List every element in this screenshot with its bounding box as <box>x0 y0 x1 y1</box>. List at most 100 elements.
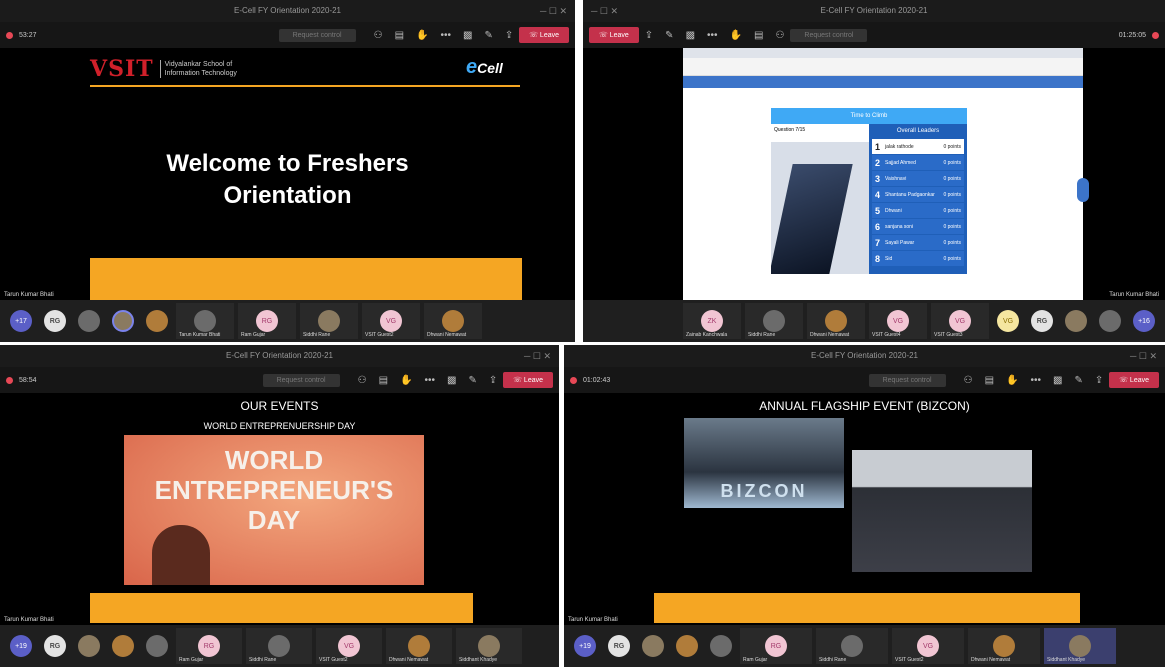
record-icon <box>6 31 13 39</box>
mic-off-icon[interactable]: ✎ <box>484 30 492 41</box>
participant-avatar[interactable] <box>112 635 134 657</box>
participant-avatar <box>478 635 500 657</box>
chat-icon[interactable]: ▤ <box>395 30 404 41</box>
leader-points: 0 points <box>943 239 961 246</box>
leave-button[interactable]: ☏ Leave <box>1109 372 1159 388</box>
participant-avatar[interactable] <box>78 310 100 332</box>
meeting-timer: 58:54 <box>19 376 37 384</box>
participant-avatar[interactable] <box>1099 310 1121 332</box>
chat-icon[interactable]: ▤ <box>754 30 763 41</box>
participant-tile[interactable]: ZK Zainab Kanchwala <box>683 303 741 339</box>
participant-tile[interactable]: VG VSIT Guest2 <box>316 628 382 664</box>
participant-tile[interactable]: RG Ram Gujar <box>176 628 242 664</box>
participants-icon[interactable]: ⚇ <box>358 375 367 386</box>
mic-off-icon[interactable]: ✎ <box>468 375 476 386</box>
chat-icon[interactable]: ▤ <box>985 375 994 386</box>
share-icon[interactable]: ⇪ <box>489 375 497 386</box>
participant-avatar[interactable]: RG <box>608 635 630 657</box>
more-icon[interactable]: ••• <box>440 30 451 41</box>
window-controls[interactable]: ─ ☐ ✕ <box>540 0 567 22</box>
next-arrow[interactable] <box>1077 178 1089 202</box>
leaderboard-row: 5 Dhwani 0 points <box>872 203 964 218</box>
participants-icon[interactable]: ⚇ <box>374 30 383 41</box>
mic-off-icon[interactable]: ✎ <box>1074 375 1082 386</box>
more-icon[interactable]: ••• <box>1030 375 1041 386</box>
raise-hand-icon[interactable]: ✋ <box>730 30 742 41</box>
camera-off-icon[interactable]: ▩ <box>686 30 695 41</box>
share-icon[interactable]: ⇪ <box>1095 375 1103 386</box>
participants-icon[interactable]: ⚇ <box>964 375 973 386</box>
participant-tile[interactable]: Siddhi Rane <box>745 303 803 339</box>
participant-avatar[interactable]: RG <box>44 635 66 657</box>
share-icon[interactable]: ⇪ <box>505 30 513 41</box>
mic-off-icon[interactable]: ✎ <box>665 30 673 41</box>
participant-avatar[interactable]: RG <box>44 310 66 332</box>
participant-avatar[interactable]: RG <box>1031 310 1053 332</box>
participant-tile[interactable]: Dhwani Nemawat <box>424 303 482 339</box>
participants-icon[interactable]: ⚇ <box>775 30 784 41</box>
more-participants[interactable]: +17 <box>10 310 32 332</box>
participant-avatar[interactable] <box>112 310 134 332</box>
participant-tile[interactable]: Siddhant Khadye <box>456 628 522 664</box>
participant-tile[interactable]: VG VSIT Guest3 <box>931 303 989 339</box>
more-icon[interactable]: ••• <box>424 375 435 386</box>
leave-button[interactable]: ☏ Leave <box>503 372 553 388</box>
more-participants[interactable]: +19 <box>574 635 596 657</box>
participant-tile[interactable]: VG VSIT Guest2 <box>892 628 964 664</box>
window-controls[interactable]: ─ ☐ ✕ <box>524 345 551 367</box>
participant-avatar[interactable] <box>710 635 732 657</box>
more-icon[interactable]: ••• <box>707 30 718 41</box>
more-participants[interactable]: +19 <box>10 635 32 657</box>
participant-avatar[interactable] <box>146 310 168 332</box>
participant-tile[interactable]: RG Ram Gujar <box>740 628 812 664</box>
participant-tile[interactable]: Siddhant Khadye <box>1044 628 1116 664</box>
participant-tile[interactable]: Dhwani Nemawat <box>386 628 452 664</box>
presenter-name: Tarun Kumar Bhati <box>4 617 54 623</box>
participant-avatar[interactable] <box>1065 310 1087 332</box>
leaderboard-row: 1 jalak rathode 0 points <box>872 139 964 154</box>
camera-off-icon[interactable]: ▩ <box>447 375 456 386</box>
camera-off-icon[interactable]: ▩ <box>1053 375 1062 386</box>
raise-hand-icon[interactable]: ✋ <box>400 375 412 386</box>
participant-tile[interactable]: Siddhi Rane <box>816 628 888 664</box>
presenter-name: Tarun Kumar Bhati <box>4 292 54 298</box>
participant-avatar[interactable] <box>676 635 698 657</box>
participant-tile[interactable]: Dhwani Nemawat <box>807 303 865 339</box>
participant-tile[interactable]: Dhwani Nemawat <box>968 628 1040 664</box>
leave-button[interactable]: ☏ Leave <box>589 27 639 43</box>
participant-avatar <box>825 310 847 332</box>
participant-avatar[interactable] <box>78 635 100 657</box>
request-control-button[interactable]: Request control <box>278 28 356 42</box>
share-icon[interactable]: ⇪ <box>645 30 653 41</box>
shared-browser: Time to Climb Question 7/15 Overall Lead… <box>583 48 1165 300</box>
leave-button[interactable]: ☏ Leave <box>519 27 569 43</box>
address-bar[interactable] <box>683 58 1083 76</box>
participant-tile[interactable]: RG Ram Gujar <box>238 303 296 339</box>
participant-tile[interactable]: Siddhi Rane <box>246 628 312 664</box>
window-controls[interactable]: ─ ☐ ✕ <box>591 0 618 22</box>
window-title: E-Cell FY Orientation 2020-21 ─ ☐ ✕ <box>564 345 1165 367</box>
meeting-toolbar: 58:54 Request control ⚇ ▤ ✋ ••• ▩ ✎ ⇪ ☏ … <box>0 367 559 393</box>
request-control-button[interactable]: Request control <box>868 373 946 387</box>
window-title: E-Cell FY Orientation 2020-21 ─ ☐ ✕ <box>0 345 559 367</box>
leader-points: 0 points <box>943 255 961 262</box>
window-controls[interactable]: ─ ☐ ✕ <box>1130 345 1157 367</box>
request-control-button[interactable]: Request control <box>262 373 340 387</box>
participant-avatar[interactable]: VG <box>997 310 1019 332</box>
leader-name: Vaishnavi <box>885 175 907 182</box>
participant-avatar[interactable] <box>146 635 168 657</box>
chat-icon[interactable]: ▤ <box>379 375 388 386</box>
camera-off-icon[interactable]: ▩ <box>463 30 472 41</box>
raise-hand-icon[interactable]: ✋ <box>416 30 428 41</box>
more-participants[interactable]: +16 <box>1133 310 1155 332</box>
request-control-button[interactable]: Request control <box>790 28 868 42</box>
participant-avatar <box>763 310 785 332</box>
participant-tile[interactable]: Tarun Kumar Bhati <box>176 303 234 339</box>
participant-avatar[interactable] <box>642 635 664 657</box>
raise-hand-icon[interactable]: ✋ <box>1006 375 1018 386</box>
participant-tile[interactable]: VG VSIT Guest4 <box>869 303 927 339</box>
participant-tile[interactable]: Siddhi Rane <box>300 303 358 339</box>
participant-tile[interactable]: VG VSIT Guest2 <box>362 303 420 339</box>
leaderboard-row: 4 Shantanu Padgaonkar 0 points <box>872 187 964 202</box>
participant-avatar: VG <box>887 310 909 332</box>
